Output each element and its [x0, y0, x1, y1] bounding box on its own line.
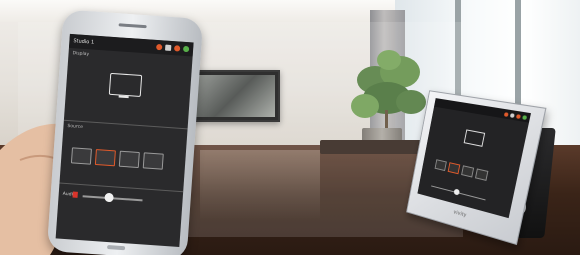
smartphone: Studio 1 Display Source Audio [47, 9, 204, 255]
tablet-source-row [435, 159, 489, 181]
grid-icon[interactable] [165, 45, 171, 51]
volume-knob[interactable] [104, 193, 114, 203]
source-row [71, 147, 164, 169]
monitor-stand [119, 95, 129, 98]
tablet-volume-knob [453, 188, 460, 195]
phone-screen: Studio 1 Display Source Audio [56, 34, 194, 247]
source-button-active[interactable] [95, 149, 116, 166]
source-tile [435, 159, 447, 171]
monitor-icon [464, 129, 486, 146]
living-room-scene: vivity Studio 1 Display Source Audio [0, 0, 580, 255]
power-icon[interactable] [183, 46, 189, 52]
speaker-icon[interactable] [156, 44, 162, 50]
speaker-icon [504, 112, 509, 117]
monitor-icon[interactable] [109, 73, 142, 97]
source-tile [475, 168, 488, 181]
phone-earpiece [119, 23, 147, 28]
gear-icon[interactable] [174, 45, 180, 51]
power-icon [522, 115, 527, 120]
grid-icon [510, 113, 515, 118]
tablet-logo: vivity [453, 209, 467, 218]
source-tile-active [448, 162, 461, 174]
display-section: Display [64, 48, 193, 128]
source-section: Source [60, 121, 188, 191]
gear-icon [516, 114, 521, 119]
room-title: Studio 1 [73, 38, 153, 50]
phone-home-bar [107, 245, 125, 250]
source-tile [461, 165, 474, 177]
source-button[interactable] [71, 147, 92, 164]
source-button[interactable] [119, 151, 140, 168]
source-button[interactable] [143, 152, 164, 169]
tablet-screen [417, 98, 531, 218]
mute-speaker-icon[interactable] [73, 192, 78, 198]
